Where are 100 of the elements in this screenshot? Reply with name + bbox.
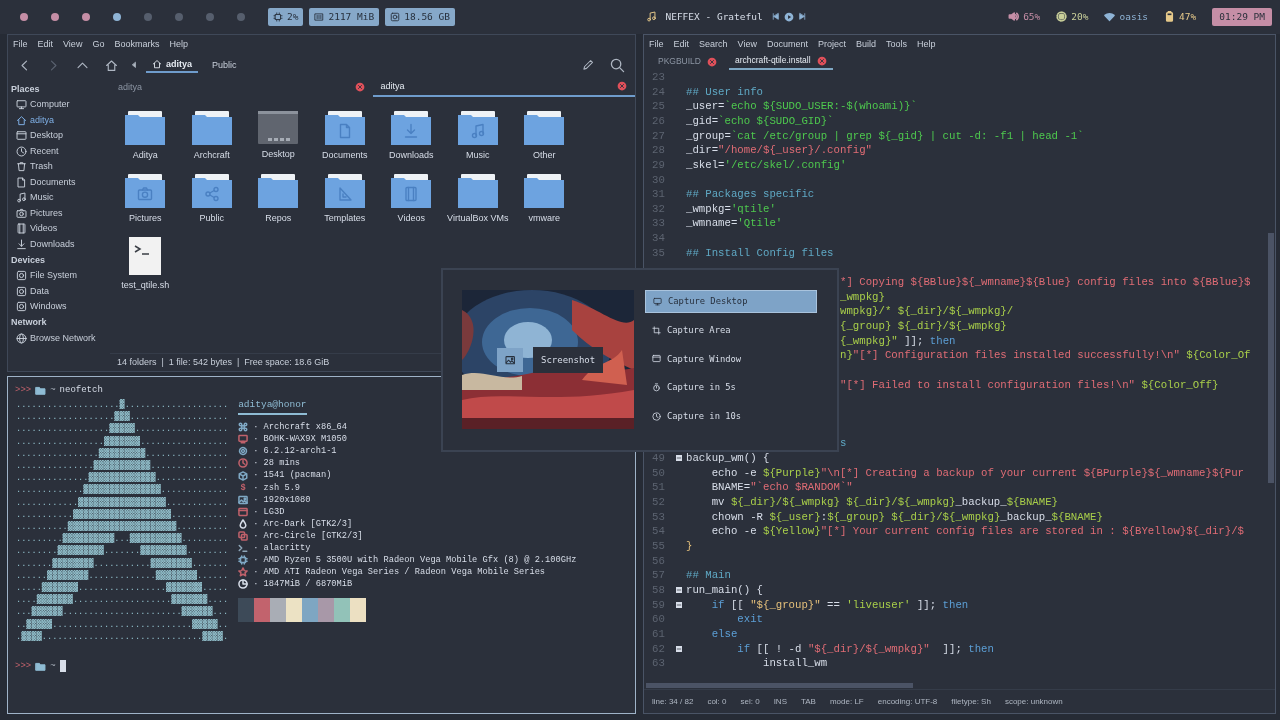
sidebar-item[interactable]: File System [11,268,110,284]
system-info: · Arc-Dark [GTK2/3] [253,517,353,530]
status-field: scope: unknown [1004,696,1063,707]
sidebar-item[interactable]: Recent [11,143,110,159]
folder[interactable]: Repos [245,174,312,237]
workspace-dot[interactable] [237,13,245,21]
sidebar-item[interactable]: Documents [11,174,110,190]
path-crumb[interactable]: aditya [146,56,198,74]
path-crumb[interactable]: Public [206,57,243,73]
capture-option[interactable]: Capture Area [645,318,817,342]
drive-icon [16,285,27,297]
menu-item[interactable]: Edit [37,38,54,50]
menu-item[interactable]: Build [855,38,876,50]
code-line: ## Install Config files [686,246,834,260]
file-name: VirtualBox VMs [447,213,509,224]
capture-option[interactable]: Capture Desktop [645,290,817,313]
sidebar-item[interactable]: Pictures [11,205,110,221]
user-host: aditya@honor [238,399,307,416]
sidebar-item[interactable]: Windows [11,299,110,315]
fold-marker-icon[interactable] [675,600,683,609]
folder[interactable]: Downloads [378,111,445,174]
menu-item[interactable]: View [737,38,757,50]
fold-marker-icon[interactable] [675,586,683,595]
fold-marker-icon[interactable] [675,454,683,463]
status-field: INS [773,696,787,707]
menu-item[interactable]: Help [169,38,188,50]
menu-item[interactable]: Edit [673,38,690,50]
folder-icon [191,174,232,208]
pane-tab[interactable]: aditya [110,77,373,97]
fold-marker-icon[interactable] [675,644,683,653]
sidebar-item[interactable]: Data [11,283,110,299]
menu-item[interactable]: Project [817,38,846,50]
prompt-arrows: >>> [15,660,32,672]
folder-icon [35,660,47,672]
next-button[interactable] [797,12,807,22]
folder[interactable]: Templates [311,174,378,237]
home-icon [152,59,162,69]
workspace-dot[interactable] [20,13,28,21]
sidebar-item[interactable]: Computer [11,97,110,113]
triangle-left-icon [130,61,138,69]
trash-icon [16,161,27,173]
play-button[interactable] [783,12,794,22]
code-line: n}"[*] Configuration files installed successfully!\n" ${Color_Of [840,349,1251,363]
desktop-folder[interactable]: Desktop [245,111,312,174]
status-value: 20% [1071,11,1089,23]
scrollbar-thumb[interactable] [1268,233,1274,483]
sidebar-item[interactable]: Desktop [11,128,110,144]
menu-item[interactable]: View [63,38,83,50]
workspace-dot[interactable] [144,13,152,21]
home-icon [105,58,118,72]
sidebar-heading: Network [11,316,48,330]
folder[interactable]: VirtualBox VMs [444,174,511,237]
sidebar-item[interactable]: Videos [11,221,110,237]
prompt-path: ~ [50,660,56,672]
workspace-dot[interactable] [175,13,183,21]
capture-option[interactable]: Capture in 10s [645,404,817,428]
menu-item[interactable]: Document [766,38,808,50]
folder[interactable]: Documents [311,111,378,174]
workspace-dot[interactable] [206,13,214,21]
menu-item[interactable]: File [649,38,664,50]
play-icon [783,12,794,22]
editor-tab[interactable]: archcraft-qtile.install [729,53,833,70]
pane-tab[interactable]: aditya [372,77,635,97]
folder[interactable]: Public [178,174,245,237]
workspace-dot[interactable] [82,13,90,21]
path-scroll-button[interactable] [130,61,138,69]
menu-item[interactable]: Search [699,38,728,50]
folder[interactable]: vmware [511,174,578,237]
sidebar-item[interactable]: aditya [11,112,110,128]
status-value: oasis [1119,11,1149,23]
code-line: _group=`cat /etc/group | grep ${_gid} | cut -d: -f1 | head -1` [686,129,1084,143]
status-field: filetype: Sh [951,696,991,707]
folder[interactable]: Aditya [112,111,179,174]
pane-title: aditya [118,81,143,93]
folder[interactable]: Other [511,111,578,174]
sidebar-heading: Places [11,82,41,96]
sidebar-item[interactable]: Downloads [11,236,110,252]
folder[interactable]: Music [444,111,511,174]
script-file[interactable]: test_qtile.sh [112,237,179,300]
menu-item[interactable]: Go [92,38,105,50]
folder[interactable]: Pictures [112,174,179,237]
sidebar-item[interactable]: Trash [11,159,110,175]
sidebar-item[interactable]: Browse Network [11,330,110,346]
close-icon [617,81,627,91]
close-icon [707,56,717,67]
scrollbar-thumb[interactable] [646,683,913,688]
menu-item[interactable]: Help [917,38,936,50]
capture-option[interactable]: Capture Window [645,347,817,371]
folder[interactable]: Archcraft [178,111,245,174]
previous-button[interactable] [770,12,780,22]
stat-value: 2117 MiB [328,11,375,23]
menu-item[interactable]: Bookmarks [114,38,160,50]
folder[interactable]: Videos [378,174,445,237]
menu-item[interactable]: File [13,38,28,50]
workspace-dot[interactable] [51,13,59,21]
editor-tab[interactable]: PKGBUILD [652,53,723,70]
menu-item[interactable]: Tools [886,38,907,50]
workspace-dot[interactable] [113,13,121,21]
capture-option[interactable]: Capture in 5s [645,376,817,400]
sidebar-item[interactable]: Music [11,190,110,206]
